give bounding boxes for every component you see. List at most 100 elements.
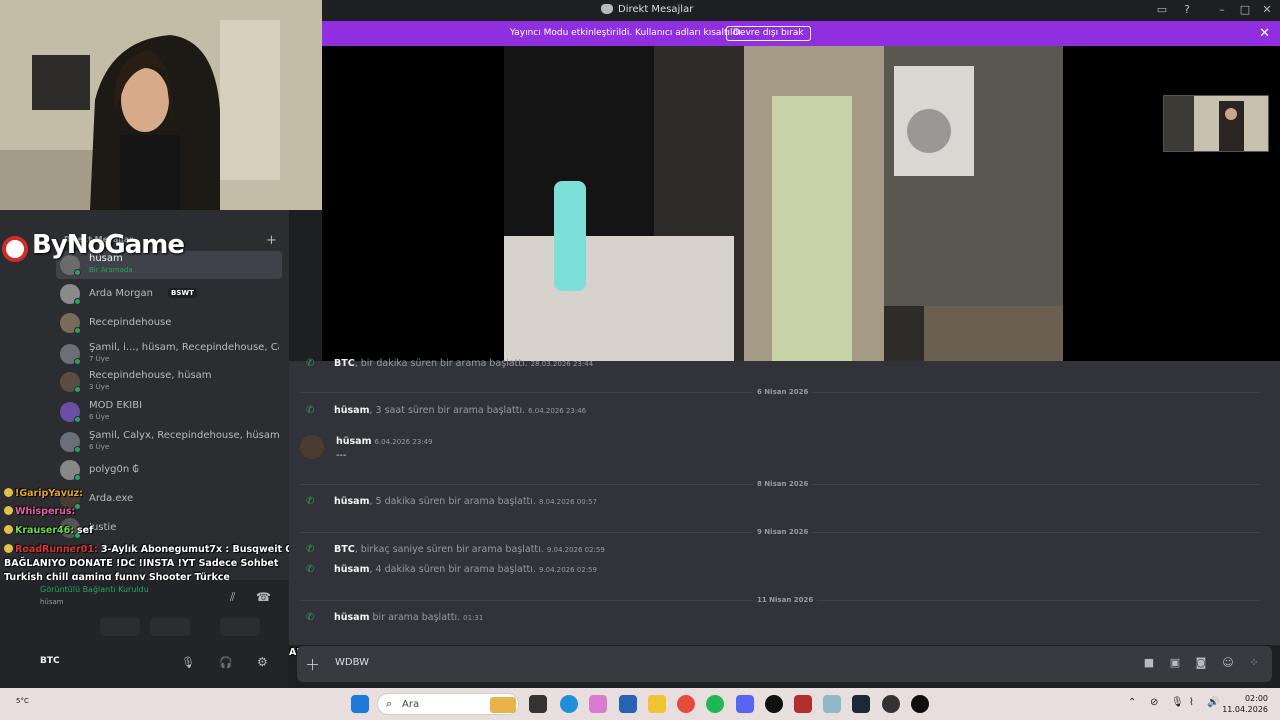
message-header: hüsam 6.04.2026 23:49 xyxy=(336,436,433,447)
phone-call-icon: ✆ xyxy=(306,358,315,369)
status-dot xyxy=(74,269,81,276)
date-divider-label: 8 Nisan 2026 xyxy=(753,480,813,488)
dm-item-subtitle: 7 Üye xyxy=(89,355,110,363)
dm-item-name: Şamil, i..., hüsam, Recepindehouse, Caly… xyxy=(89,342,279,353)
dm-item[interactable]: Arda.exe xyxy=(56,485,282,513)
settings-gear-icon[interactable]: ⚙ xyxy=(257,655,268,669)
discord-icon[interactable] xyxy=(736,695,754,713)
spotify-icon[interactable] xyxy=(706,695,724,713)
chat-badge-icon xyxy=(4,506,13,515)
disconnect-call-icon[interactable]: ☎ xyxy=(256,590,271,604)
main-video-stream[interactable] xyxy=(504,46,1063,361)
dm-item[interactable]: Arda Morgan BSWT xyxy=(56,280,282,308)
tray-network-icon[interactable]: ⊘ xyxy=(1150,697,1158,708)
tray-wifi-icon[interactable]: ⌇ xyxy=(1189,697,1194,708)
status-dot xyxy=(74,327,81,334)
windows-taskbar xyxy=(0,688,1280,720)
screen-share-button[interactable] xyxy=(100,618,140,636)
dm-item[interactable]: polyg0n ₲ xyxy=(56,456,282,484)
pip-video-stream[interactable] xyxy=(1163,95,1269,152)
taskbar-search[interactable]: ⌕ Ara xyxy=(377,693,519,715)
screen-share-icon[interactable]: ▭ xyxy=(1154,3,1170,17)
windows-start-icon[interactable] xyxy=(351,695,369,713)
dm-item-name: Arda.exe xyxy=(89,493,134,504)
status-dot xyxy=(74,416,81,423)
dm-item[interactable]: MOD EKİBİ 6 Üye xyxy=(56,398,282,426)
status-dot xyxy=(74,386,81,393)
sticker-icon[interactable]: ◙ xyxy=(1194,656,1208,670)
store-icon[interactable] xyxy=(619,695,637,713)
connection-channel: hüsam xyxy=(40,598,64,606)
phone-call-icon: ✆ xyxy=(306,405,315,416)
app-network-icon[interactable] xyxy=(823,695,841,713)
call-log-message: ✆ hüsam, 4 dakika süren bir arama başlatt… xyxy=(306,564,597,575)
noise-suppression-icon[interactable]: ⫽ xyxy=(230,590,235,605)
chat-badge-icon xyxy=(4,525,13,534)
caller-name[interactable]: BTC xyxy=(334,358,355,369)
steam-icon[interactable] xyxy=(852,695,870,713)
composer-input[interactable]: WDBW xyxy=(335,657,369,668)
gift-icon[interactable]: ■ xyxy=(1142,656,1156,670)
disable-streamer-mode-button[interactable]: Devre dışı bırak xyxy=(726,26,811,41)
close-banner-icon[interactable]: ✕ xyxy=(1259,26,1270,41)
dm-item[interactable]: Şamil, Calyx, Recepindehouse, hüsam, u..… xyxy=(56,428,282,456)
microphone-icon[interactable]: 🎙 xyxy=(181,656,195,669)
timestamp: 01:31 xyxy=(463,614,484,622)
date-divider-label: 11 Nisan 2026 xyxy=(753,596,818,604)
caller-name[interactable]: hüsam xyxy=(334,612,370,623)
tray-chevron-icon[interactable]: ⌃ xyxy=(1128,697,1136,708)
help-icon[interactable]: ? xyxy=(1179,3,1195,17)
call-log-message: ✆ BTC, birkaç saniye süren bir arama başl… xyxy=(306,544,605,555)
app-g-icon[interactable] xyxy=(765,695,783,713)
close-window-button[interactable]: ✕ xyxy=(1259,3,1275,17)
copilot-icon[interactable] xyxy=(589,695,607,713)
dm-item-name: Recepindehouse xyxy=(89,317,172,328)
status-dot xyxy=(74,446,81,453)
caller-name[interactable]: hüsam xyxy=(334,405,370,416)
chat-username: RoadRunner01: xyxy=(15,544,98,555)
dm-item[interactable]: Şamil, i..., hüsam, Recepindehouse, Caly… xyxy=(56,340,282,368)
gif-icon[interactable]: ▣ xyxy=(1168,656,1182,670)
message-body: --- xyxy=(336,450,347,461)
banner-text: Yayıncı Modu etkinleştirildi. Kullanıcı … xyxy=(510,28,744,38)
soundboard-button[interactable] xyxy=(220,618,260,636)
activities-button[interactable] xyxy=(150,618,190,636)
chat-message: BAĞLANIYO DONATE !DC !INSTA !YT Sadece S… xyxy=(4,558,278,569)
author-name[interactable]: hüsam xyxy=(336,436,372,447)
minimize-button[interactable]: – xyxy=(1214,3,1230,17)
pip-frame xyxy=(1164,96,1268,151)
dm-item[interactable]: Recepindehouse, hüsam 3 Üye xyxy=(56,368,282,396)
caller-name[interactable]: hüsam xyxy=(334,564,370,575)
dm-item-subtitle: Bir Aramada xyxy=(89,266,133,274)
apps-icon[interactable]: ⁘ xyxy=(1247,656,1261,670)
attach-plus-icon[interactable]: ＋ xyxy=(305,654,320,675)
add-dm-icon[interactable]: + xyxy=(266,233,277,248)
tray-volume-icon[interactable]: 🔊 xyxy=(1207,697,1219,708)
task-view-icon[interactable] xyxy=(529,695,547,713)
tray-mic-icon[interactable]: 🎙 xyxy=(1171,697,1184,708)
message-composer[interactable]: ＋ WDBW ■ ▣ ◙ ☺ ⁘ xyxy=(297,646,1272,682)
weather-widget[interactable]: 5°C xyxy=(16,697,29,705)
headphones-icon[interactable]: 🎧 xyxy=(219,656,233,669)
webcam-frame xyxy=(0,0,322,210)
caller-name[interactable]: BTC xyxy=(334,544,355,555)
caller-name[interactable]: hüsam xyxy=(334,496,370,507)
timestamp: 6.04.2026 23:49 xyxy=(374,438,433,446)
status-dot xyxy=(74,358,81,365)
edge-icon[interactable] xyxy=(560,695,578,713)
chat-username: Whisperus: xyxy=(15,506,76,517)
obs-icon[interactable] xyxy=(882,695,900,713)
maximize-button[interactable]: □ xyxy=(1237,3,1253,17)
avatar[interactable] xyxy=(300,435,324,459)
phone-call-icon: ✆ xyxy=(306,544,315,555)
taskbar-clock[interactable]: 02:00 11.04.2026 xyxy=(1222,693,1268,715)
status-dot xyxy=(74,298,81,305)
app-red-icon[interactable] xyxy=(794,695,812,713)
file-explorer-icon[interactable] xyxy=(648,695,666,713)
chrome-icon[interactable] xyxy=(677,695,695,713)
media-player-icon[interactable] xyxy=(911,695,929,713)
dm-item[interactable]: Recepindehouse xyxy=(56,309,282,337)
emoji-icon[interactable]: ☺ xyxy=(1221,656,1235,670)
call-log-message: ✆ hüsam, 5 dakika süren bir arama başlatt… xyxy=(306,496,597,507)
timestamp: 9.04.2026 02:59 xyxy=(538,566,597,574)
